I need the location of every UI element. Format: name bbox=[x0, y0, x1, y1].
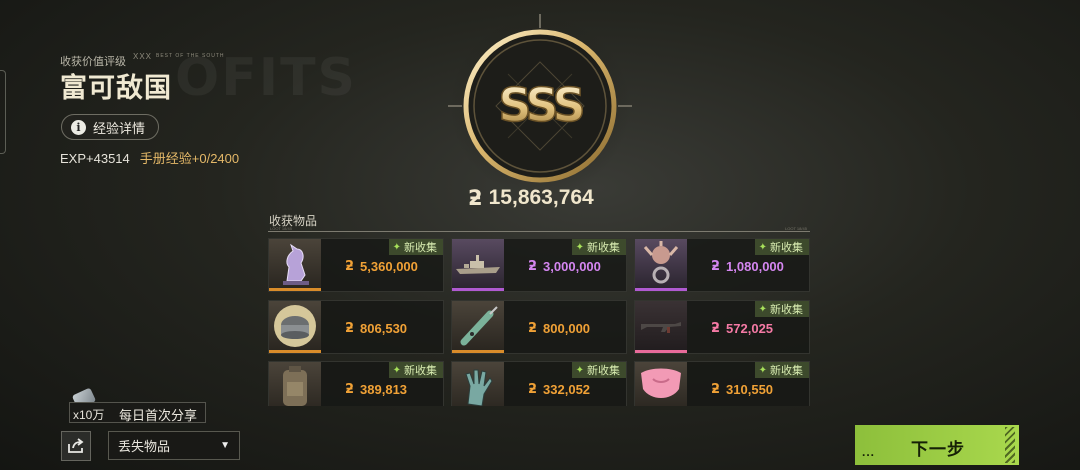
loot-item-value-number: 800,000 bbox=[543, 321, 591, 336]
sparkle-icon: ✦ bbox=[758, 241, 767, 253]
drum-part-icon bbox=[269, 301, 321, 353]
sparkle-icon: ✦ bbox=[392, 241, 401, 253]
new-collection-badge: ✦ 新收集 bbox=[388, 362, 443, 378]
coin-icon: ƻ bbox=[711, 321, 721, 336]
new-collection-badge: ✦ 新收集 bbox=[754, 301, 809, 317]
coin-icon: ƻ bbox=[528, 259, 538, 274]
total-value: ƻ 15,863,764 bbox=[468, 186, 594, 210]
new-collection-label: 新收集 bbox=[404, 365, 437, 377]
loot-item-value-number: 310,550 bbox=[726, 382, 774, 397]
new-collection-label: 新收集 bbox=[770, 242, 803, 254]
loot-item-value: ƻ 3,000,000 bbox=[528, 259, 601, 274]
manual-exp-text: 手册经验+0/2400 bbox=[139, 151, 240, 166]
loot-item-value-number: 3,000,000 bbox=[543, 259, 601, 274]
coin-icon: ƻ bbox=[711, 382, 721, 397]
sss-grade-badge: SSS bbox=[448, 14, 632, 198]
coin-icon: ƻ bbox=[468, 186, 483, 210]
loot-item[interactable]: ✦ 新收集 ƻ 389,813 bbox=[268, 361, 444, 406]
new-collection-label: 新收集 bbox=[770, 304, 803, 316]
loot-divider bbox=[268, 231, 810, 232]
loot-item-value-number: 389,813 bbox=[360, 382, 408, 397]
rifle-icon bbox=[635, 301, 687, 353]
loot-item-value: ƻ 389,813 bbox=[345, 382, 407, 397]
loot-item-value: ƻ 5,360,000 bbox=[345, 259, 418, 274]
backpack-icon bbox=[269, 362, 321, 406]
sparkle-icon: ✦ bbox=[575, 364, 584, 376]
sparkle-icon: ✦ bbox=[575, 241, 584, 253]
ornament-icon bbox=[635, 239, 687, 291]
new-collection-badge: ✦ 新收集 bbox=[754, 362, 809, 378]
loot-item-value: ƻ 1,080,000 bbox=[711, 259, 784, 274]
coin-icon: ƻ bbox=[345, 259, 355, 274]
loot-item[interactable]: ✦ 新收集 ƻ 572,025 bbox=[634, 300, 810, 354]
coin-icon: ƻ bbox=[711, 259, 721, 274]
loot-item-value: ƻ 310,550 bbox=[711, 382, 773, 397]
loot-item[interactable]: ✦ 新收集 ƻ 3,000,000 bbox=[451, 238, 627, 292]
share-reward-bubble: x10万 每日首次分享 bbox=[69, 402, 206, 423]
loot-item[interactable]: ✦ 新收集 ƻ 5,360,000 bbox=[268, 238, 444, 292]
new-collection-badge: ✦ 新收集 bbox=[388, 239, 443, 255]
share-icon bbox=[68, 438, 84, 453]
loot-item-value-number: 5,360,000 bbox=[360, 259, 418, 274]
new-collection-label: 新收集 bbox=[587, 242, 620, 254]
share-button[interactable] bbox=[61, 431, 91, 461]
new-collection-badge: ✦ 新收集 bbox=[571, 239, 626, 255]
new-collection-label: 新收集 bbox=[404, 242, 437, 254]
new-collection-badge: ✦ 新收集 bbox=[571, 362, 626, 378]
new-collection-label: 新收集 bbox=[587, 365, 620, 377]
share-reward-multiplier: x10万 bbox=[73, 408, 105, 422]
coin-icon: ƻ bbox=[528, 321, 538, 336]
syringe-icon bbox=[452, 301, 504, 353]
rating-value: 富可敌国 bbox=[60, 73, 172, 103]
glove-icon bbox=[452, 362, 504, 406]
next-step-button[interactable]: ... 下一步 bbox=[855, 425, 1019, 465]
loot-item[interactable]: ƻ 800,000 bbox=[451, 300, 627, 354]
exp-gain-text: EXP+43514 bbox=[60, 151, 130, 166]
loot-item-value: ƻ 806,530 bbox=[345, 321, 407, 336]
loot-item-value: ƻ 800,000 bbox=[528, 321, 590, 336]
exp-summary: EXP+43514 手册经验+0/2400 bbox=[60, 148, 239, 167]
new-collection-badge: ✦ 新收集 bbox=[754, 239, 809, 255]
sparkle-icon: ✦ bbox=[758, 303, 767, 315]
loot-item-value-number: 572,025 bbox=[726, 321, 774, 336]
coin-icon: ƻ bbox=[528, 382, 538, 397]
loot-item-value-number: 332,052 bbox=[543, 382, 591, 397]
exp-detail-label: 经验详情 bbox=[93, 120, 146, 136]
horse-statue-icon bbox=[269, 239, 321, 291]
next-button-dots: ... bbox=[862, 445, 876, 459]
side-edge-tab[interactable] bbox=[0, 70, 6, 154]
sparkle-icon: ✦ bbox=[392, 364, 401, 376]
coin-icon: ƻ bbox=[345, 382, 355, 397]
sparkle-icon: ✦ bbox=[758, 364, 767, 376]
stripe-decoration bbox=[1005, 427, 1015, 463]
total-value-number: 15,863,764 bbox=[488, 186, 594, 209]
next-button-label: 下一步 bbox=[911, 440, 965, 459]
lost-items-label: 丢失物品 bbox=[118, 439, 171, 454]
loot-grid: ✦ 新收集 ƻ 5,360,000 ✦ 新收集 ƻ 3,000,000 ✦ 新收集 ƻ 1,080,0… bbox=[268, 238, 812, 406]
info-icon: i bbox=[71, 119, 86, 135]
loot-item[interactable]: ✦ 新收集 ƻ 332,052 bbox=[451, 361, 627, 406]
chevron-down-icon: ▼ bbox=[220, 440, 230, 451]
loot-item[interactable]: ✦ 新收集 ƻ 310,550 bbox=[634, 361, 810, 406]
share-reward-text: 每日首次分享 bbox=[119, 408, 198, 423]
warship-model-icon bbox=[452, 239, 504, 291]
rating-emblem: XXX BEST OF THE SOUTH bbox=[133, 52, 225, 61]
loot-item-value-number: 1,080,000 bbox=[726, 259, 784, 274]
coin-icon: ƻ bbox=[345, 321, 355, 336]
exp-detail-button[interactable]: i 经验详情 bbox=[61, 114, 159, 140]
loot-item[interactable]: ƻ 806,530 bbox=[268, 300, 444, 354]
loot-item[interactable]: ✦ 新收集 ƻ 1,080,000 bbox=[634, 238, 810, 292]
loot-item-value-number: 806,530 bbox=[360, 321, 408, 336]
lost-items-dropdown[interactable]: 丢失物品 ▼ bbox=[108, 431, 240, 460]
loot-item-value: ƻ 332,052 bbox=[528, 382, 590, 397]
badge-grade-text: SSS bbox=[498, 78, 582, 132]
pink-pillow-icon bbox=[635, 362, 687, 406]
loot-item-value: ƻ 572,025 bbox=[711, 321, 773, 336]
new-collection-label: 新收集 bbox=[770, 365, 803, 377]
